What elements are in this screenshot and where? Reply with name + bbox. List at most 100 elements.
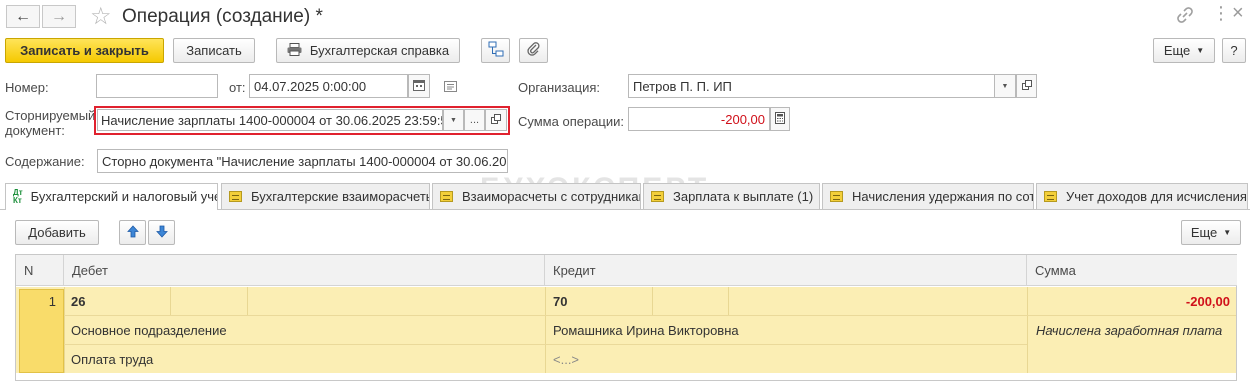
chevron-down-icon: ▼ <box>450 116 457 124</box>
active-tab-gap <box>6 209 217 210</box>
accounting-report-label: Бухгалтерская справка <box>309 43 450 58</box>
storno-label-line1: Сторнируемый <box>5 108 96 123</box>
tab-label: Бухгалтерские взаиморасчеты <box>251 189 430 204</box>
content-field[interactable]: Сторно документа "Начисление зарплаты 14… <box>97 149 508 173</box>
tab-accounting-settlements[interactable]: Бухгалтерские взаиморасчеты <box>221 183 430 210</box>
attach-files-button[interactable] <box>519 38 548 63</box>
tab-label: Учет доходов для исчисления НДФЛ <box>1066 189 1247 204</box>
chevron-down-icon: ▼ <box>1196 46 1205 55</box>
arrow-left-icon: ← <box>15 7 31 25</box>
comment-icon[interactable] <box>444 80 457 95</box>
more-label: Еще <box>1190 225 1218 240</box>
tab-label: Бухгалтерский и налоговый учет <box>30 189 218 204</box>
postings-table[interactable]: N Дебет Кредит Сумма 1 26 Основное подра… <box>15 254 1237 381</box>
organization-field[interactable]: Петров П. П. ИП <box>628 74 995 98</box>
tab-label: Начисления удержания по сотрудникам <box>852 189 1033 204</box>
cell-divider <box>728 287 729 315</box>
date-field[interactable]: 04.07.2025 0:00:00 <box>249 74 408 98</box>
number-field[interactable] <box>96 74 218 98</box>
register-icon <box>440 191 453 202</box>
date-label: от: <box>229 80 246 95</box>
content-label: Содержание: <box>5 154 85 169</box>
credit-subconto-1[interactable]: Ромашника Ирина Викторовна <box>553 323 739 338</box>
cell-divider <box>247 287 248 315</box>
open-window-icon <box>1021 79 1032 93</box>
more-button[interactable]: Еще ▼ <box>1153 38 1215 63</box>
register-icon <box>229 191 242 202</box>
credit-subconto-2[interactable]: <...> <box>553 352 579 367</box>
page-title: Операция (создание) * <box>122 6 323 27</box>
tab-accounting[interactable]: Дт Кт Бухгалтерский и налоговый учет <box>5 183 218 210</box>
more-label: Еще <box>1163 43 1191 58</box>
structure-button[interactable] <box>481 38 510 63</box>
close-icon[interactable]: × <box>1232 2 1244 25</box>
calculator-button[interactable] <box>770 107 790 131</box>
column-header-n[interactable]: N <box>16 255 64 286</box>
row-divider <box>64 315 1236 316</box>
storno-dropdown-button[interactable]: ▼ <box>443 109 464 131</box>
organization-label: Организация: <box>518 80 601 95</box>
tab-label: Зарплата к выплате (1) <box>673 189 814 204</box>
structure-icon <box>488 41 504 60</box>
back-button[interactable]: ← <box>6 5 40 28</box>
accounting-report-button[interactable]: Бухгалтерская справка <box>276 38 460 63</box>
cell-divider <box>545 287 546 373</box>
dt-kt-icon: Дт Кт <box>13 187 23 205</box>
column-header-debit[interactable]: Дебет <box>64 255 545 286</box>
tab-ndfl-income[interactable]: Учет доходов для исчисления НДФЛ <box>1036 183 1248 210</box>
printer-icon <box>287 42 302 59</box>
column-header-sum[interactable]: Сумма <box>1027 255 1237 286</box>
cell-divider <box>64 287 65 373</box>
move-down-button[interactable] <box>148 220 175 245</box>
move-up-button[interactable] <box>119 220 146 245</box>
open-window-icon <box>491 113 501 127</box>
chevron-down-icon: ▼ <box>1001 82 1009 90</box>
more-vertical-icon[interactable]: ⋮ <box>1212 3 1230 24</box>
operation-sum-field[interactable]: -200,00 <box>628 107 770 131</box>
tab-employee-settlements[interactable]: Взаиморасчеты с сотрудниками <box>432 183 641 210</box>
tab-label: Взаиморасчеты с сотрудниками <box>462 189 641 204</box>
tab-accruals-deductions[interactable]: Начисления удержания по сотрудникам <box>822 183 1034 210</box>
link-icon[interactable] <box>1176 6 1194 29</box>
credit-account[interactable]: 70 <box>553 294 567 309</box>
posting-content[interactable]: Начислена заработная плата <box>1036 323 1222 338</box>
calendar-button[interactable] <box>408 74 430 98</box>
arrow-down-icon <box>155 225 168 241</box>
save-button[interactable]: Записать <box>173 38 255 63</box>
debit-account[interactable]: 26 <box>71 294 85 309</box>
row-divider <box>64 344 1027 345</box>
table-more-button[interactable]: Еще ▼ <box>1181 220 1241 245</box>
cell-divider <box>652 287 653 315</box>
arrow-up-icon <box>126 224 139 241</box>
tab-salary-payable[interactable]: Зарплата к выплате (1) <box>643 183 820 210</box>
row-number: 1 <box>48 294 56 309</box>
amount-value[interactable]: -200,00 <box>1036 294 1230 309</box>
organization-dropdown-button[interactable]: ▼ <box>994 74 1016 98</box>
storno-document-label: Сторнируемый документ: <box>5 108 95 138</box>
calculator-icon <box>775 111 785 127</box>
paperclip-icon <box>526 42 541 59</box>
register-icon <box>830 191 843 202</box>
cell-divider <box>1027 287 1028 373</box>
operation-sum-label: Сумма операции: <box>518 114 624 129</box>
cell-divider <box>170 287 171 315</box>
organization-open-button[interactable] <box>1016 74 1037 98</box>
storno-document-field[interactable]: Начисление зарплаты 1400-000004 от 30.06… <box>97 109 443 131</box>
register-icon <box>651 191 664 202</box>
chevron-down-icon: ▼ <box>1223 228 1232 237</box>
debit-subconto-2[interactable]: Оплата труда <box>71 352 153 367</box>
storno-select-button[interactable]: ... <box>464 109 485 131</box>
column-header-credit[interactable]: Кредит <box>545 255 1027 286</box>
favorite-star-icon[interactable]: ☆ <box>90 2 112 31</box>
number-label: Номер: <box>5 80 49 95</box>
arrow-right-icon: → <box>51 7 67 25</box>
forward-button[interactable]: → <box>42 5 76 28</box>
storno-open-button[interactable] <box>485 109 507 131</box>
debit-subconto-1[interactable]: Основное подразделение <box>71 323 227 338</box>
add-button[interactable]: Добавить <box>15 220 99 245</box>
help-button[interactable]: ? <box>1222 38 1246 63</box>
save-and-close-button[interactable]: Записать и закрыть <box>5 38 164 63</box>
calendar-icon <box>413 79 425 94</box>
storno-label-line2: документ: <box>5 123 65 138</box>
register-icon <box>1044 191 1057 202</box>
